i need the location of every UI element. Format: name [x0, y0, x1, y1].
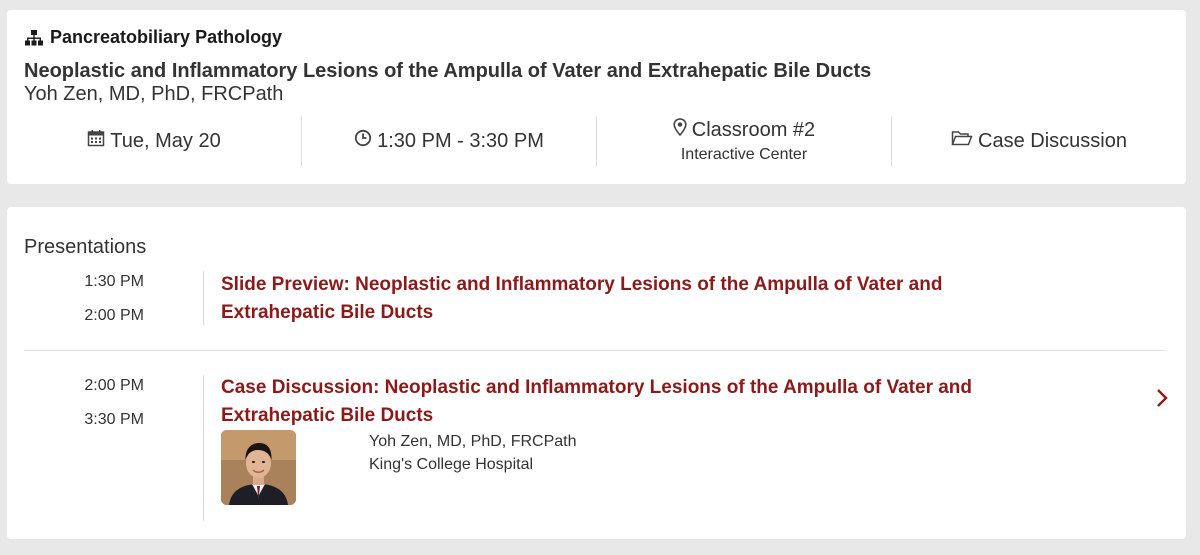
- session-date: Tue, May 20: [7, 116, 302, 166]
- calendar-icon: [87, 129, 105, 153]
- track-name: Pancreatobiliary Pathology: [50, 27, 283, 47]
- end-time: 3:30 PM: [84, 411, 144, 428]
- presentation-item[interactable]: 2:00 PM 3:30 PM Case Discussion: Neoplas…: [7, 207, 1186, 539]
- location-text: Classroom #2: [691, 118, 816, 141]
- chevron-right-icon[interactable]: [1155, 388, 1169, 413]
- presentation-title-line: Extrahepatic Bile Ducts: [221, 405, 434, 426]
- session-title: Neoplastic and Inflammatory Lesions of t…: [24, 60, 872, 82]
- speaker-avatar[interactable]: [221, 430, 296, 505]
- track-label: Pancreatobiliary Pathology: [24, 27, 282, 48]
- presentation-times: 2:00 PM 3:30 PM: [64, 376, 144, 444]
- session-meta-row: Tue, May 20 1:30 PM - 3:30 PM Classroom …: [7, 116, 1186, 166]
- location-sub: Interactive Center: [680, 146, 808, 163]
- clock-icon: [354, 129, 372, 153]
- date-text: Tue, May 20: [110, 129, 221, 152]
- sitemap-icon: [24, 29, 44, 47]
- presentation-title[interactable]: Case Discussion: Neoplastic and Inflamma…: [221, 374, 991, 430]
- session-type: Case Discussion: [892, 116, 1186, 166]
- map-marker-icon: [673, 118, 687, 142]
- time-divider-line: [203, 375, 204, 521]
- start-time: 2:00 PM: [84, 377, 144, 394]
- type-text: Case Discussion: [978, 129, 1127, 152]
- folder-open-icon: [951, 129, 973, 153]
- session-header-card: Pancreatobiliary Pathology Neoplastic an…: [7, 10, 1186, 184]
- speaker-name[interactable]: Yoh Zen, MD, PhD, FRCPath: [369, 433, 577, 451]
- speaker-organization: King's College Hospital: [369, 456, 534, 473]
- presentation-title-line: Case Discussion: Neoplastic and Inflamma…: [221, 377, 973, 398]
- session-speaker: Yoh Zen, MD, PhD, FRCPath: [24, 83, 284, 105]
- time-text: 1:30 PM - 3:30 PM: [377, 129, 544, 152]
- session-location: Classroom #2 Interactive Center: [597, 116, 892, 166]
- session-time: 1:30 PM - 3:30 PM: [302, 116, 597, 166]
- presentations-card: Presentations 1:30 PM 2:00 PM Slide Prev…: [7, 207, 1186, 539]
